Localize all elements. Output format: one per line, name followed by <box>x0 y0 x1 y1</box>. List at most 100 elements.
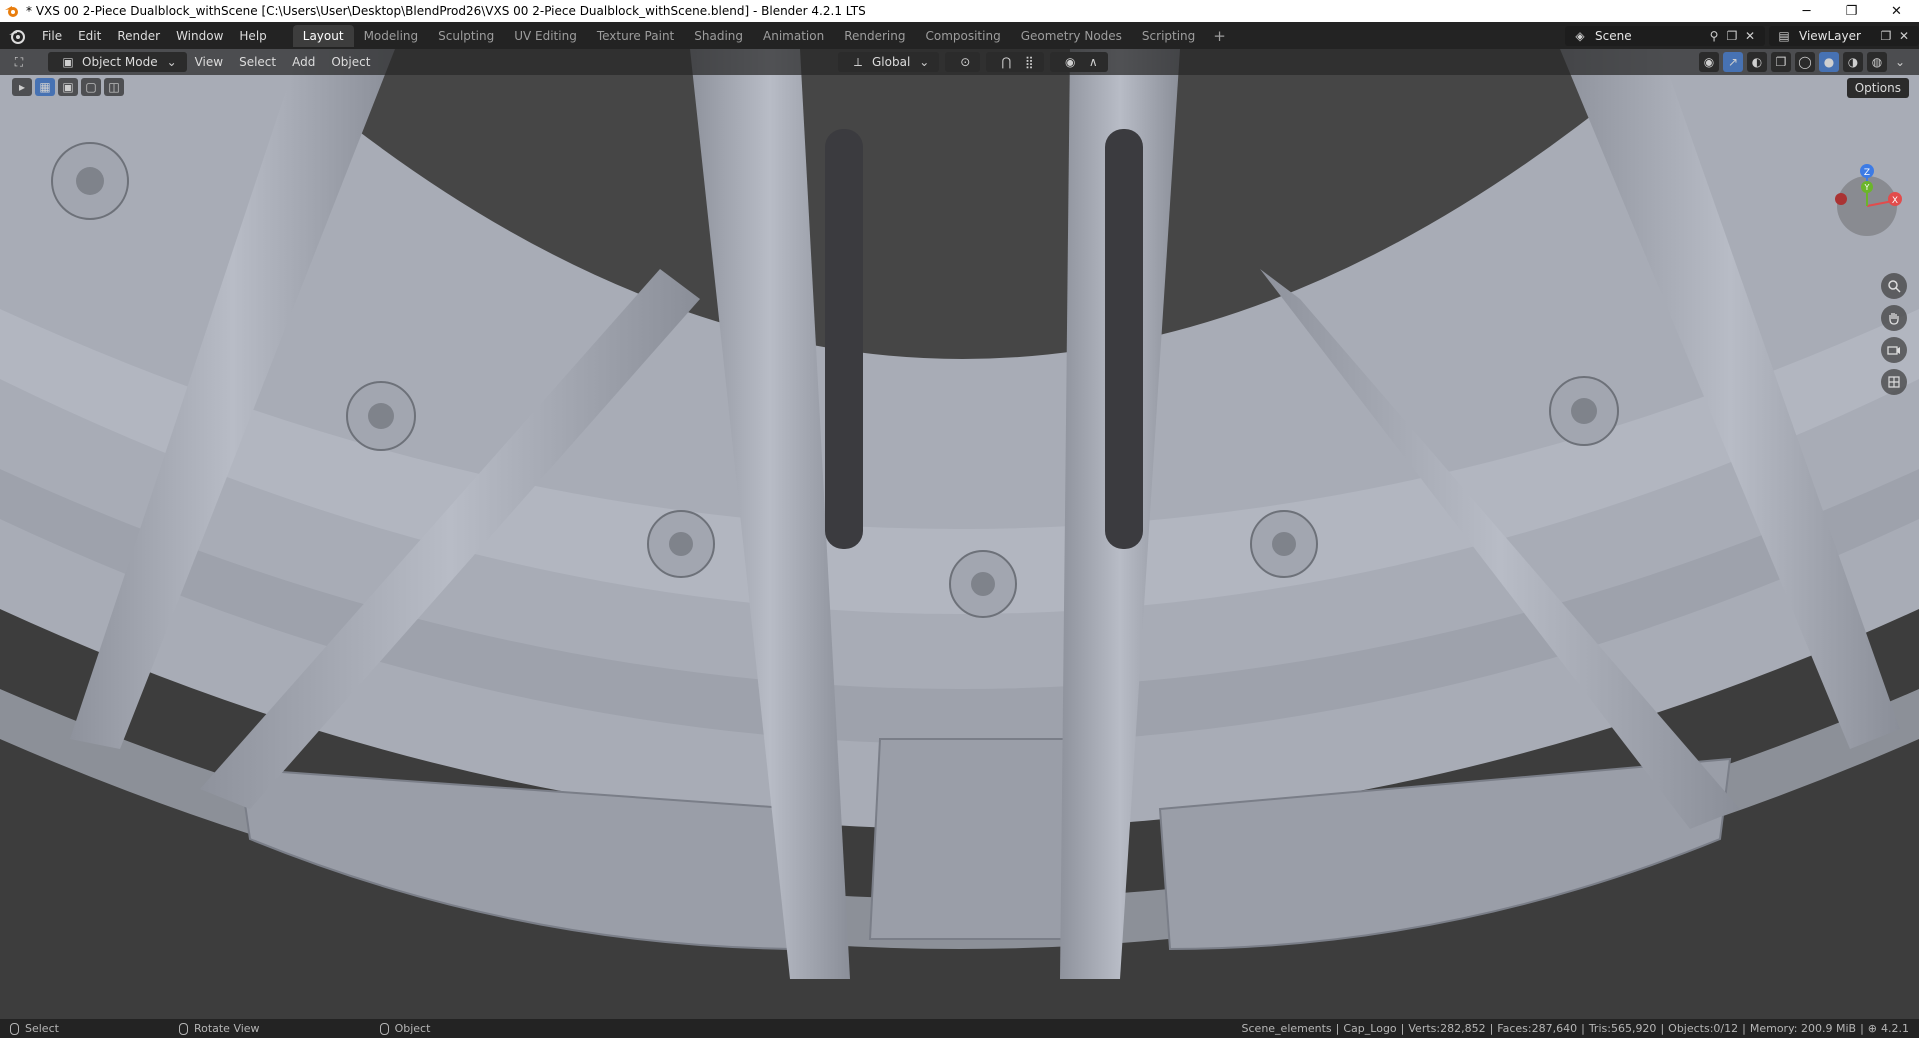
material-shading[interactable]: ◑ <box>1843 52 1863 72</box>
xray-icon: ❐ <box>1775 55 1787 69</box>
material-icon: ◑ <box>1847 55 1859 69</box>
transform-orientation-select[interactable]: ⟂ Global ⌄ <box>838 52 940 72</box>
pin-icon[interactable]: ⚲ <box>1705 27 1723 45</box>
visibility-toggle[interactable]: ◉ <box>1699 52 1719 72</box>
menu-object[interactable]: Object <box>323 52 378 72</box>
orientation-label: Global <box>872 55 911 69</box>
select-subtract-icon[interactable]: ▢ <box>81 78 101 96</box>
gizmo-toggle[interactable]: ↗ <box>1723 52 1743 72</box>
hint-object: Object <box>379 1022 430 1035</box>
mode-selector[interactable]: ▣ Object Mode ⌄ <box>48 52 187 72</box>
overlay-toggle[interactable]: ◐ <box>1747 52 1767 72</box>
menu-window[interactable]: Window <box>168 26 231 46</box>
viewlayer-name[interactable]: ViewLayer <box>1799 29 1877 43</box>
pan-hand-icon[interactable] <box>1881 305 1907 331</box>
snap-toggle[interactable]: ⋂ ⣿ <box>986 52 1045 72</box>
rendered-shading[interactable]: ◍ <box>1867 52 1887 72</box>
globe-icon: ⊕ <box>1867 1022 1877 1035</box>
orientation-icon: ⟂ <box>853 54 862 69</box>
tab-modeling[interactable]: Modeling <box>354 25 429 47</box>
select-box-icon[interactable]: ▦ <box>35 78 55 96</box>
options-dropdown[interactable]: Options <box>1846 78 1909 98</box>
navigation-tools <box>1881 273 1907 395</box>
stat-separator: | <box>1489 1022 1494 1035</box>
select-tool-icon[interactable]: ▸ <box>12 78 32 96</box>
wireframe-icon: ◯ <box>1798 55 1812 69</box>
perspective-toggle-icon[interactable] <box>1881 369 1907 395</box>
new-viewlayer-icon[interactable]: ❐ <box>1877 27 1895 45</box>
wheel-render <box>0 49 1919 1019</box>
tab-geometry-nodes[interactable]: Geometry Nodes <box>1011 25 1132 47</box>
magnet-icon: ⋂ <box>1001 55 1012 69</box>
chevron-down-icon: ⌄ <box>166 55 177 69</box>
gizmo-neg-x[interactable] <box>1835 193 1847 205</box>
gizmo-y-label: Y <box>1864 183 1870 192</box>
navigation-gizmo[interactable]: Z Y X <box>1827 161 1907 241</box>
blender-logo-icon[interactable] <box>8 27 26 45</box>
tab-animation[interactable]: Animation <box>753 25 834 47</box>
stat-separator: | <box>1860 1022 1864 1035</box>
window-title: * VXS 00 2-Piece Dualblock_withScene [C:… <box>26 4 866 18</box>
camera-view-icon[interactable] <box>1881 337 1907 363</box>
selection-tools: ▸ ▦ ▣ ▢ ◫ <box>12 78 124 96</box>
menu-file[interactable]: File <box>34 26 70 46</box>
add-workspace-button[interactable]: + <box>1205 25 1234 47</box>
xray-toggle[interactable]: ❐ <box>1771 52 1791 72</box>
pivot-point-select[interactable]: ⊙ <box>945 52 981 72</box>
menu-edit[interactable]: Edit <box>70 26 109 46</box>
tab-compositing[interactable]: Compositing <box>915 25 1010 47</box>
mouse-right-icon <box>379 1022 389 1035</box>
subtract-icon: ▢ <box>85 80 97 94</box>
select-intersect-icon[interactable]: ◫ <box>104 78 124 96</box>
solid-shading[interactable]: ● <box>1819 52 1839 72</box>
tab-sculpting[interactable]: Sculpting <box>428 25 504 47</box>
scene-name[interactable]: Scene <box>1595 29 1705 43</box>
tab-layout[interactable]: Layout <box>292 24 354 47</box>
select-extend-icon[interactable]: ▣ <box>58 78 78 96</box>
window-titlebar: * VXS 00 2-Piece Dualblock_withScene [C:… <box>0 0 1919 22</box>
minimize-button[interactable]: ─ <box>1784 0 1829 22</box>
hint-rotate: Rotate View <box>178 1022 260 1035</box>
editor-type-icon[interactable]: ⛶ <box>10 53 28 71</box>
tab-uv-editing[interactable]: UV Editing <box>504 25 587 47</box>
eye-icon: ◉ <box>1703 55 1715 69</box>
menu-add[interactable]: Add <box>284 52 323 72</box>
tab-scripting[interactable]: Scripting <box>1132 25 1205 47</box>
tab-rendering[interactable]: Rendering <box>834 25 915 47</box>
3d-viewport[interactable]: Z Y X <box>0 49 1919 1019</box>
proportional-icon: ◉ <box>1065 55 1076 69</box>
delete-scene-icon[interactable]: ✕ <box>1741 27 1759 45</box>
solid-icon: ● <box>1823 55 1835 69</box>
chevron-down-icon[interactable]: ⌄ <box>1891 53 1909 71</box>
mouse-middle-icon <box>178 1022 188 1035</box>
box-select-icon: ▦ <box>39 80 51 94</box>
menu-help[interactable]: Help <box>231 26 274 46</box>
overlay-icon: ◐ <box>1751 55 1763 69</box>
extend-icon: ▣ <box>62 80 74 94</box>
viewlayer-icon: ▤ <box>1778 28 1790 43</box>
pivot-icon: ⊙ <box>960 55 971 69</box>
viewlayer-selector[interactable]: ▤ ViewLayer ❐ ✕ <box>1769 25 1919 46</box>
proportional-edit-toggle[interactable]: ◉ ∧ <box>1050 52 1109 72</box>
stat-version: 4.2.1 <box>1881 1022 1909 1035</box>
menu-view[interactable]: View <box>187 52 231 72</box>
menu-select[interactable]: Select <box>231 52 284 72</box>
mode-label: Object Mode <box>82 55 158 69</box>
menu-render[interactable]: Render <box>109 26 168 46</box>
gizmo-x-label: X <box>1892 196 1898 206</box>
close-button[interactable]: ✕ <box>1874 0 1919 22</box>
tab-shading[interactable]: Shading <box>684 25 753 47</box>
zoom-icon[interactable] <box>1881 273 1907 299</box>
snap-grid-icon: ⣿ <box>1024 55 1034 69</box>
falloff-icon: ∧ <box>1088 55 1098 69</box>
mouse-left-icon <box>10 1022 19 1035</box>
blender-app-icon <box>5 6 18 17</box>
tab-texture-paint[interactable]: Texture Paint <box>587 25 684 47</box>
delete-viewlayer-icon[interactable]: ✕ <box>1895 27 1913 45</box>
scene-selector[interactable]: ◈ Scene ⚲ ❐ ✕ <box>1565 25 1765 46</box>
cursor-icon: ▸ <box>18 80 26 94</box>
wireframe-shading[interactable]: ◯ <box>1795 52 1815 72</box>
maximize-button[interactable]: ❐ <box>1829 0 1874 22</box>
rendered-icon: ◍ <box>1871 55 1883 69</box>
new-scene-icon[interactable]: ❐ <box>1723 27 1741 45</box>
